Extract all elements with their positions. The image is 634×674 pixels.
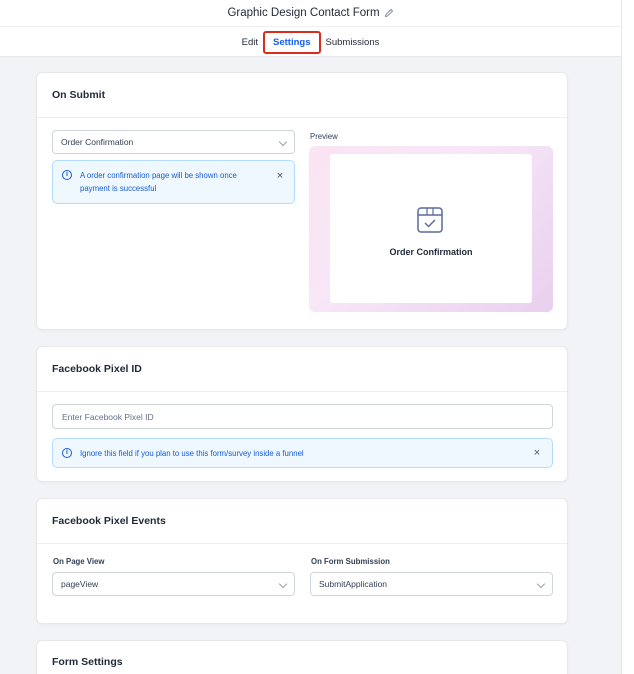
chevron-down-icon	[536, 579, 546, 589]
on-submit-info-banner: i A order confirmation page will be show…	[52, 160, 295, 204]
form-submission-value: SubmitApplication	[319, 579, 388, 589]
on-submit-select[interactable]: Order Confirmation	[52, 130, 295, 154]
pixel-id-input[interactable]: Enter Facebook Pixel ID	[52, 404, 553, 429]
pixel-id-info-banner: i Ignore this field if you plan to use t…	[52, 438, 553, 468]
chevron-down-icon	[278, 137, 288, 147]
pixel-id-heading: Facebook Pixel ID	[37, 347, 567, 392]
tab-bar: Edit Settings Submissions	[0, 28, 621, 56]
close-icon[interactable]: ×	[275, 171, 285, 182]
pixel-events-card: Facebook Pixel Events On Page View pageV…	[36, 498, 568, 624]
on-submit-select-value: Order Confirmation	[61, 137, 134, 147]
page-scrollbar[interactable]	[621, 0, 634, 674]
form-submission-label: On Form Submission	[311, 557, 390, 566]
preview-title: Order Confirmation	[389, 247, 473, 257]
close-icon[interactable]: ×	[532, 448, 542, 459]
page-view-label: On Page View	[53, 557, 105, 566]
top-bar: Graphic Design Contact Form Edit Setting…	[0, 0, 621, 57]
pencil-icon[interactable]	[384, 8, 394, 18]
page-view-value: pageView	[61, 579, 99, 589]
tab-edit[interactable]: Edit	[237, 37, 263, 48]
form-settings-card: Form Settings	[36, 640, 568, 674]
info-icon: i	[62, 448, 72, 458]
pixel-id-card: Facebook Pixel ID Enter Facebook Pixel I…	[36, 346, 568, 482]
preview-inner: Order Confirmation	[330, 154, 532, 303]
info-icon: i	[62, 170, 72, 180]
on-submit-info-line2: payment is successful	[80, 184, 157, 193]
box-check-icon	[416, 206, 444, 239]
tab-submissions[interactable]: Submissions	[321, 37, 385, 48]
pixel-id-info-text: Ignore this field if you plan to use thi…	[80, 449, 304, 458]
form-submission-select[interactable]: SubmitApplication	[310, 572, 553, 596]
form-settings-heading: Form Settings	[52, 656, 123, 668]
on-submit-card: On Submit Order Confirmation i A order c…	[36, 72, 568, 330]
pixel-id-placeholder: Enter Facebook Pixel ID	[62, 411, 154, 422]
title-row: Graphic Design Contact Form	[0, 0, 621, 27]
pixel-events-heading: Facebook Pixel Events	[37, 499, 567, 544]
on-submit-info-line1: A order confirmation page will be shown …	[80, 171, 237, 180]
tab-settings[interactable]: Settings	[263, 30, 321, 54]
on-submit-heading: On Submit	[37, 73, 567, 118]
form-title: Graphic Design Contact Form	[227, 7, 380, 19]
page-view-select[interactable]: pageView	[52, 572, 295, 596]
preview-panel: Order Confirmation	[309, 146, 553, 312]
preview-label: Preview	[310, 132, 338, 141]
chevron-down-icon	[278, 579, 288, 589]
